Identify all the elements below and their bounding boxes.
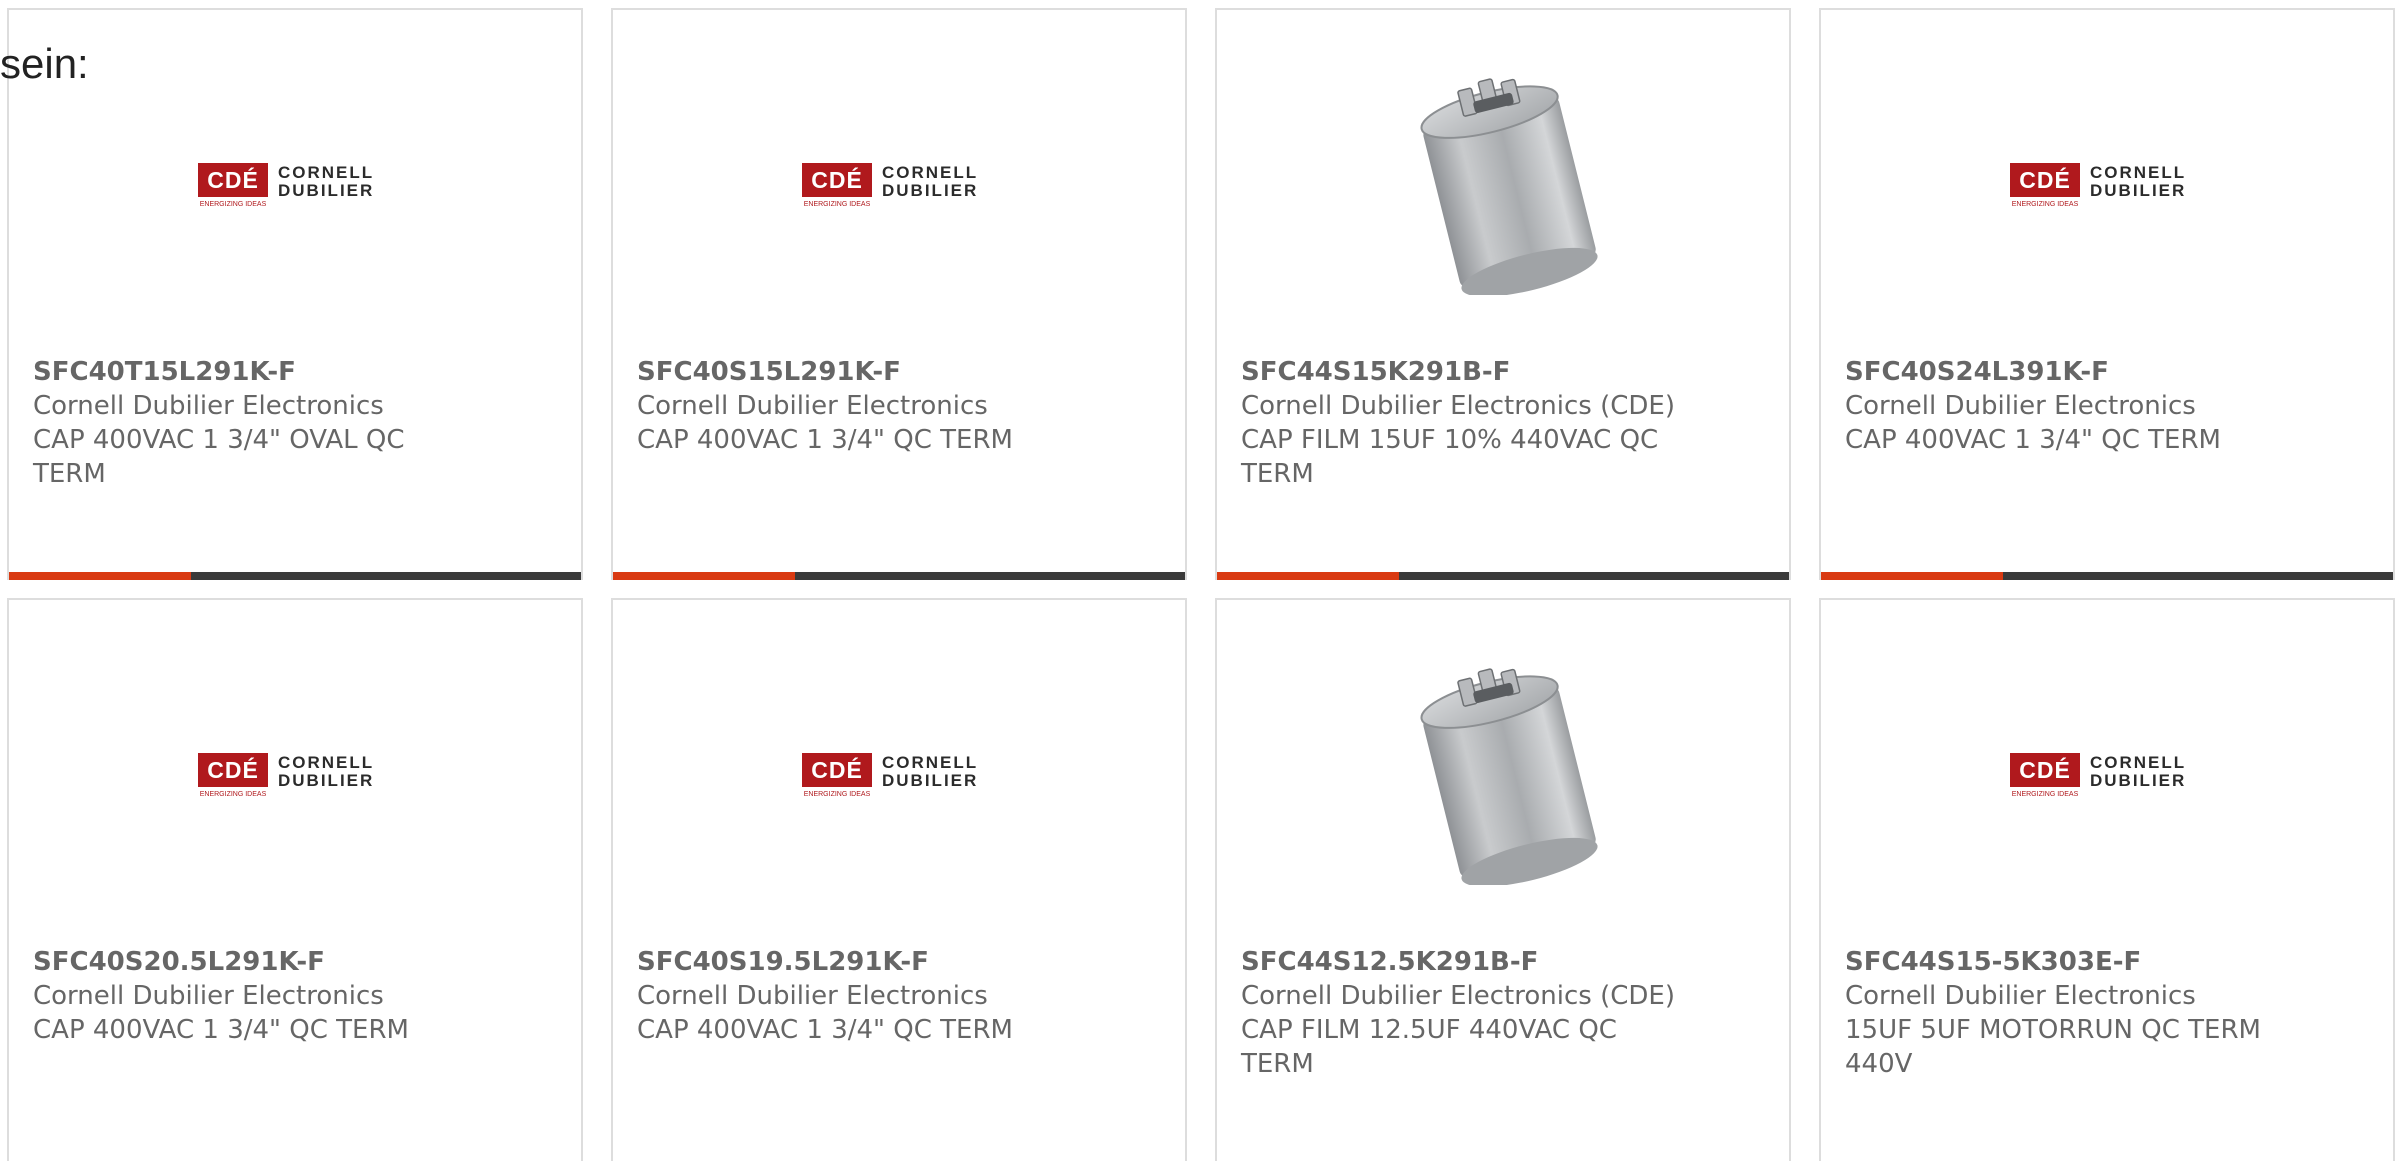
- cde-logo-line2: DUBILIER: [2090, 771, 2187, 790]
- product-info: SFC44S12.5K291B-F Cornell Dubilier Electr…: [1241, 945, 1761, 1081]
- cde-logo-line2: DUBILIER: [882, 181, 979, 200]
- cde-logo-line1: CORNELL: [2090, 163, 2187, 182]
- cde-logo: CDÉ ENERGIZING IDEAS CORNELL DUBILIER: [802, 160, 1012, 218]
- cde-logo-wordmark: CORNELL DUBILIER: [882, 754, 978, 790]
- product-image[interactable]: CDÉ ENERGIZING IDEAS CORNELL DUBILIER: [613, 600, 1185, 940]
- manufacturer-name: Cornell Dubilier Electronics: [637, 981, 988, 1011]
- card-accent-highlight: [9, 572, 191, 580]
- cde-logo: CDÉ ENERGIZING IDEAS CORNELL DUBILIER: [802, 750, 1012, 808]
- capacitor-photo: [1420, 668, 1598, 885]
- cde-logo-wordmark: CORNELL DUBILIER: [882, 164, 978, 200]
- card-accent-bar: [1217, 572, 1789, 580]
- product-description: CAP 400VAC 1 3/4" QC TERM: [33, 1015, 409, 1045]
- cde-logo: CDÉ ENERGIZING IDEAS CORNELL DUBILIER: [2010, 750, 2220, 808]
- card-accent-bar: [613, 572, 1185, 580]
- product-description: CAP 400VAC 1 3/4" QC TERM: [637, 425, 1013, 455]
- product-description: CAP FILM 12.5UF 440VAC QC TERM: [1241, 1015, 1617, 1079]
- product-image[interactable]: CDÉ ENERGIZING IDEAS CORNELL DUBILIER: [1821, 600, 2393, 940]
- cde-logo-tagline: ENERGIZING IDEAS: [199, 201, 267, 208]
- part-number-link[interactable]: SFC40S15L291K-F: [637, 355, 1157, 389]
- manufacturer-name: Cornell Dubilier Electronics: [33, 391, 384, 421]
- product-info: SFC40S24L391K-F Cornell Dubilier Electron…: [1845, 355, 2365, 457]
- product-card[interactable]: CDÉ ENERGIZING IDEAS CORNELL DUBILIER SF…: [7, 8, 583, 580]
- card-accent-highlight: [1821, 572, 2003, 580]
- part-number-link[interactable]: SFC44S15K291B-F: [1241, 355, 1761, 389]
- cde-logo-mark: CDÉ: [2010, 753, 2080, 787]
- product-description: 15UF 5UF MOTORRUN QC TERM 440V: [1845, 1015, 2261, 1079]
- product-description: CAP 400VAC 1 3/4" OVAL QC TERM: [33, 425, 405, 489]
- card-accent-highlight: [613, 572, 795, 580]
- cde-logo-wordmark: CORNELL DUBILIER: [2090, 754, 2186, 790]
- product-description: CAP 400VAC 1 3/4" QC TERM: [637, 1015, 1013, 1045]
- product-info: SFC40T15L291K-F Cornell Dubilier Electron…: [33, 355, 553, 491]
- cde-logo-tagline: ENERGIZING IDEAS: [803, 791, 871, 798]
- cde-logo-line1: CORNELL: [2090, 753, 2187, 772]
- product-card[interactable]: SFC44S12.5K291B-F Cornell Dubilier Electr…: [1215, 598, 1791, 1161]
- product-image[interactable]: CDÉ ENERGIZING IDEAS CORNELL DUBILIER: [9, 10, 581, 350]
- manufacturer-name: Cornell Dubilier Electronics: [637, 391, 988, 421]
- cde-logo: CDÉ ENERGIZING IDEAS CORNELL DUBILIER: [198, 160, 408, 218]
- intro-text: sein:: [0, 40, 89, 87]
- cde-logo-mark: CDÉ: [802, 753, 872, 787]
- cde-logo-line1: CORNELL: [278, 753, 375, 772]
- manufacturer-name: Cornell Dubilier Electronics: [1845, 981, 2196, 1011]
- part-number-link[interactable]: SFC40S20.5L291K-F: [33, 945, 553, 979]
- cde-logo-line2: DUBILIER: [2090, 181, 2187, 200]
- product-card[interactable]: CDÉ ENERGIZING IDEAS CORNELL DUBILIER SF…: [611, 8, 1187, 580]
- part-number-link[interactable]: SFC44S12.5K291B-F: [1241, 945, 1761, 979]
- cde-logo-tagline: ENERGIZING IDEAS: [2011, 201, 2079, 208]
- capacitor-photo: [1420, 78, 1598, 295]
- cde-logo-wordmark: CORNELL DUBILIER: [278, 164, 374, 200]
- cde-logo-wordmark: CORNELL DUBILIER: [2090, 164, 2186, 200]
- cde-logo-mark: CDÉ: [2010, 163, 2080, 197]
- product-image[interactable]: CDÉ ENERGIZING IDEAS CORNELL DUBILIER: [613, 10, 1185, 350]
- cde-logo-line2: DUBILIER: [278, 771, 375, 790]
- manufacturer-name: Cornell Dubilier Electronics: [1845, 391, 2196, 421]
- part-number-link[interactable]: SFC40T15L291K-F: [33, 355, 553, 389]
- manufacturer-name: Cornell Dubilier Electronics: [33, 981, 384, 1011]
- cde-logo-tagline: ENERGIZING IDEAS: [199, 791, 267, 798]
- cde-logo-line1: CORNELL: [278, 163, 375, 182]
- product-info: SFC44S15K291B-F Cornell Dubilier Electron…: [1241, 355, 1761, 491]
- product-image[interactable]: CDÉ ENERGIZING IDEAS CORNELL DUBILIER: [9, 600, 581, 940]
- product-card[interactable]: CDÉ ENERGIZING IDEAS CORNELL DUBILIER SF…: [7, 598, 583, 1161]
- product-card[interactable]: CDÉ ENERGIZING IDEAS CORNELL DUBILIER SF…: [1819, 598, 2395, 1161]
- cde-logo: CDÉ ENERGIZING IDEAS CORNELL DUBILIER: [2010, 160, 2220, 218]
- part-number-link[interactable]: SFC44S15-5K303E-F: [1845, 945, 2365, 979]
- cde-logo-line2: DUBILIER: [882, 771, 979, 790]
- card-accent-highlight: [1217, 572, 1399, 580]
- product-grid-page: sein: CDÉ ENERGIZING IDEAS CORNELL DUBIL…: [0, 0, 2400, 1161]
- cde-logo-tagline: ENERGIZING IDEAS: [803, 201, 871, 208]
- card-accent-bar: [9, 572, 581, 580]
- cde-logo-mark: CDÉ: [198, 753, 268, 787]
- product-info: SFC40S19.5L291K-F Cornell Dubilier Electr…: [637, 945, 1157, 1047]
- cde-logo: CDÉ ENERGIZING IDEAS CORNELL DUBILIER: [198, 750, 408, 808]
- product-description: CAP FILM 15UF 10% 440VAC QC TERM: [1241, 425, 1659, 489]
- part-number-link[interactable]: SFC40S24L391K-F: [1845, 355, 2365, 389]
- product-info: SFC44S15-5K303E-F Cornell Dubilier Electr…: [1845, 945, 2365, 1081]
- part-number-link[interactable]: SFC40S19.5L291K-F: [637, 945, 1157, 979]
- card-accent-bar: [1821, 572, 2393, 580]
- manufacturer-name: Cornell Dubilier Electronics (CDE): [1241, 391, 1675, 421]
- product-card[interactable]: CDÉ ENERGIZING IDEAS CORNELL DUBILIER SF…: [1819, 8, 2395, 580]
- cde-logo-mark: CDÉ: [198, 163, 268, 197]
- product-info: SFC40S15L291K-F Cornell Dubilier Electron…: [637, 355, 1157, 457]
- product-image[interactable]: [1217, 600, 1789, 940]
- cde-logo-wordmark: CORNELL DUBILIER: [278, 754, 374, 790]
- cde-logo-line1: CORNELL: [882, 163, 979, 182]
- product-image[interactable]: [1217, 10, 1789, 350]
- product-info: SFC40S20.5L291K-F Cornell Dubilier Electr…: [33, 945, 553, 1047]
- manufacturer-name: Cornell Dubilier Electronics (CDE): [1241, 981, 1675, 1011]
- product-description: CAP 400VAC 1 3/4" QC TERM: [1845, 425, 2221, 455]
- cde-logo-line1: CORNELL: [882, 753, 979, 772]
- cde-logo-tagline: ENERGIZING IDEAS: [2011, 791, 2079, 798]
- product-image[interactable]: CDÉ ENERGIZING IDEAS CORNELL DUBILIER: [1821, 10, 2393, 350]
- product-card[interactable]: CDÉ ENERGIZING IDEAS CORNELL DUBILIER SF…: [611, 598, 1187, 1161]
- cde-logo-line2: DUBILIER: [278, 181, 375, 200]
- cde-logo-mark: CDÉ: [802, 163, 872, 197]
- product-card[interactable]: SFC44S15K291B-F Cornell Dubilier Electron…: [1215, 8, 1791, 580]
